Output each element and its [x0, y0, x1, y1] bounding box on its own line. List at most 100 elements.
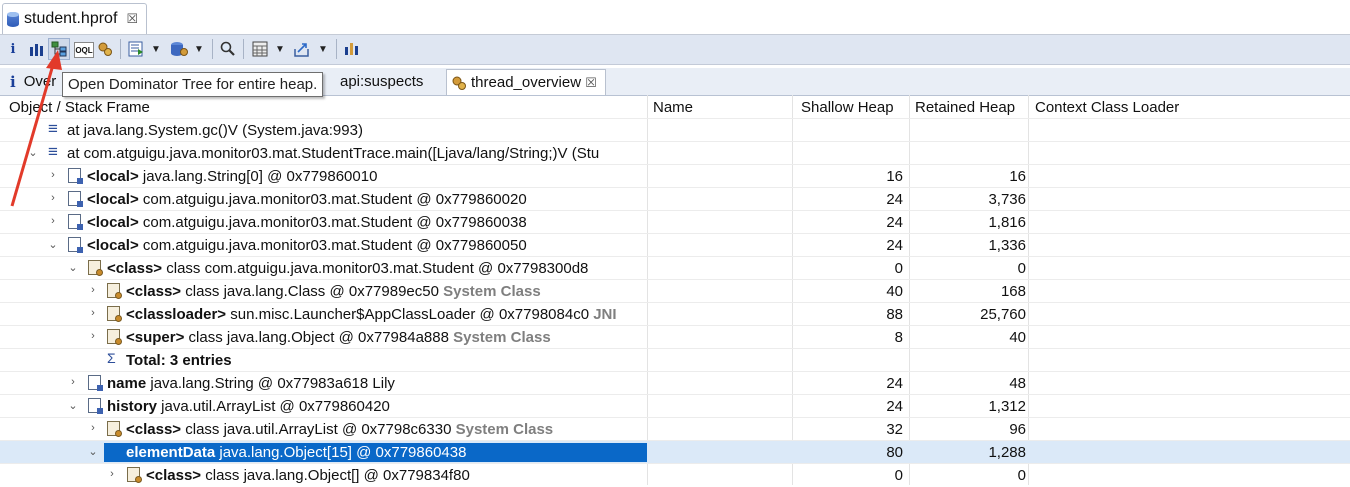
retained-heap-cell: 16	[1009, 168, 1026, 185]
row-label-bold: <local>	[87, 168, 139, 185]
table-row[interactable]: › <local> com.atguigu.java.monitor03.mat.…	[0, 187, 1350, 211]
heap-dump-icon[interactable]	[168, 38, 190, 60]
collapse-icon[interactable]: ⌄	[68, 399, 78, 412]
stack-frame-icon: ≡	[48, 142, 58, 161]
histogram-icon[interactable]	[28, 38, 44, 60]
row-label: at com.atguigu.java.monitor03.mat.Studen…	[67, 144, 599, 163]
column-header-name[interactable]: Name	[653, 97, 693, 119]
collapse-icon[interactable]: ⌄	[48, 238, 58, 251]
shallow-heap-cell	[793, 121, 903, 140]
class-icon	[107, 306, 122, 322]
expand-icon[interactable]: ›	[48, 192, 58, 204]
table-row[interactable]: ≡ at java.lang.System.gc()V (System.java:…	[0, 118, 1350, 142]
retained-heap-cell: 1,816	[988, 214, 1026, 231]
table-row[interactable]: › <class> class java.lang.Class @ 0x77989…	[0, 279, 1350, 303]
shallow-heap-cell	[793, 351, 903, 370]
object-icon	[68, 237, 83, 253]
row-label-bold: <local>	[87, 191, 139, 208]
row-label-bold: Total: 3 entries	[126, 352, 232, 369]
expand-icon[interactable]: ›	[88, 330, 98, 342]
shallow-heap-cell: 24	[886, 214, 903, 231]
expand-icon[interactable]: ›	[107, 468, 117, 480]
calculator-icon[interactable]	[250, 38, 270, 60]
row-label-bold: <class>	[126, 283, 182, 300]
search-icon[interactable]	[218, 38, 238, 60]
class-icon	[88, 260, 103, 276]
retained-heap-cell: 0	[1017, 260, 1026, 277]
table-row[interactable]: Σ Total: 3 entries	[0, 348, 1350, 372]
close-icon[interactable]: ☒	[585, 75, 597, 91]
collapse-icon[interactable]: ⌄	[88, 445, 98, 458]
close-icon[interactable]: ☒	[126, 11, 138, 27]
row-label: history java.util.ArrayList @ 0x77986042…	[107, 397, 390, 416]
tooltip: Open Dominator Tree for entire heap.	[62, 72, 324, 97]
expand-icon[interactable]: ›	[88, 307, 98, 319]
object-icon	[68, 214, 83, 230]
shallow-heap-cell: 24	[886, 398, 903, 415]
retained-heap-cell	[910, 144, 1026, 163]
column-header-object[interactable]: Object / Stack Frame	[9, 97, 150, 119]
column-header-context-class-loader[interactable]: Context Class Loader	[1035, 97, 1179, 119]
editor-tab-student-hprof[interactable]: student.hprof ☒	[2, 3, 148, 34]
table-row[interactable]: › <class> class java.util.ArrayList @ 0x7…	[0, 417, 1350, 441]
tab-leak-suspects[interactable]: api:suspects	[340, 69, 423, 94]
tab-thread-overview[interactable]: thread_overview ☒	[446, 69, 606, 95]
row-label-text: java.lang.Object[15] @ 0x779860438	[215, 444, 467, 461]
chevron-down-icon[interactable]: ▼	[194, 44, 204, 55]
table-row[interactable]: ⌄ <class> class com.atguigu.java.monitor0…	[0, 256, 1350, 280]
row-label-attr: System Class	[443, 283, 541, 300]
table-row[interactable]: › <local> com.atguigu.java.monitor03.mat.…	[0, 210, 1350, 234]
row-label-text: class java.util.ArrayList @ 0x7798c6330	[181, 421, 456, 438]
collapse-icon[interactable]: ⌄	[28, 146, 38, 159]
info-icon[interactable]: i	[6, 38, 20, 60]
column-header-shallow-heap[interactable]: Shallow Heap	[801, 97, 894, 119]
row-label-text: java.lang.String @ 0x77983a618 Lily	[146, 375, 395, 392]
dominator-tree-icon[interactable]	[48, 38, 70, 60]
row-label: <local> com.atguigu.java.monitor03.mat.S…	[87, 236, 527, 255]
expand-icon[interactable]: ›	[48, 215, 58, 227]
row-label: at java.lang.System.gc()V (System.java:9…	[67, 121, 363, 140]
shallow-heap-cell: 24	[886, 375, 903, 392]
row-label: <local> java.lang.String[0] @ 0x77986001…	[87, 167, 377, 186]
column-header-retained-heap[interactable]: Retained Heap	[915, 97, 1015, 119]
chevron-down-icon[interactable]: ▼	[151, 44, 161, 55]
row-label-text: class java.lang.Object @ 0x77984a888	[184, 329, 454, 346]
class-icon	[127, 467, 142, 483]
table-row[interactable]: ⌄ <local> com.atguigu.java.monitor03.mat.…	[0, 233, 1350, 257]
table-row[interactable]: › name java.lang.String @ 0x77983a618 Lil…	[0, 371, 1350, 395]
collapse-icon[interactable]: ⌄	[68, 261, 78, 274]
table-row[interactable]: › <class> class java.lang.Object[] @ 0x77…	[0, 463, 1350, 487]
expand-icon[interactable]: ›	[88, 422, 98, 434]
table-row[interactable]: ⌄ elementData java.lang.Object[15] @ 0x77…	[0, 440, 1350, 464]
chevron-down-icon[interactable]: ▼	[275, 44, 285, 55]
shallow-heap-cell: 24	[886, 237, 903, 254]
query-browser-icon[interactable]	[126, 38, 146, 60]
oql-icon[interactable]: OQL	[74, 42, 94, 58]
group-icon[interactable]	[342, 38, 360, 60]
row-label-text: com.atguigu.java.monitor03.mat.Student @…	[138, 191, 527, 208]
row-label: <class> class java.lang.Class @ 0x77989e…	[126, 282, 541, 301]
thread-overview-icon[interactable]	[96, 38, 114, 60]
database-icon	[7, 11, 19, 27]
chevron-down-icon[interactable]: ▼	[318, 44, 328, 55]
object-icon	[88, 375, 103, 391]
row-label: elementData java.lang.Object[15] @ 0x779…	[104, 443, 647, 462]
table-row[interactable]: › <super> class java.lang.Object @ 0x7798…	[0, 325, 1350, 349]
editor-tab-bar: student.hprof ☒	[0, 0, 1350, 35]
table-row[interactable]: ⌄ ≡ at com.atguigu.java.monitor03.mat.Stud…	[0, 141, 1350, 165]
table-header: Object / Stack Frame Name Shallow Heap R…	[0, 95, 1350, 119]
toolbar-separator	[336, 39, 337, 59]
tab-overview[interactable]: i Over	[0, 69, 56, 94]
expand-icon[interactable]: ›	[88, 284, 98, 296]
shallow-heap-cell: 16	[886, 168, 903, 185]
export-icon[interactable]	[292, 38, 314, 60]
info-icon: i	[10, 72, 16, 91]
expand-icon[interactable]: ›	[48, 169, 58, 181]
row-label-text: at java.lang.System.gc()V (System.java:9…	[67, 122, 363, 139]
table-row[interactable]: ⌄ history java.util.ArrayList @ 0x7798604…	[0, 394, 1350, 418]
thread-overview-icon	[452, 76, 466, 90]
table-row[interactable]: › <classloader> sun.misc.Launcher$AppClas…	[0, 302, 1350, 326]
expand-icon[interactable]: ›	[68, 376, 78, 388]
table-row[interactable]: › <local> java.lang.String[0] @ 0x7798600…	[0, 164, 1350, 188]
retained-heap-cell: 0	[1017, 467, 1026, 484]
